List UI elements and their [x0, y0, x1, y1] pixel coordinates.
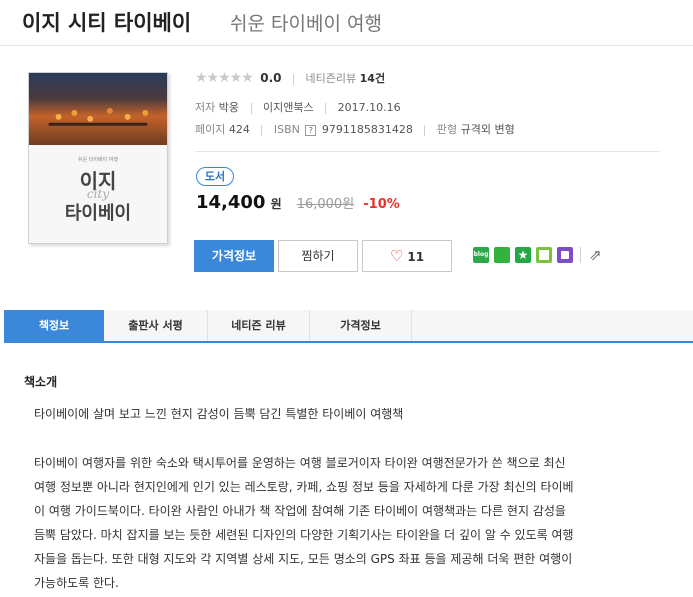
info-divider [195, 151, 660, 152]
sale-price: 14,400 [196, 192, 266, 213]
book-subtitle: 쉬운 타이베이 여행 [230, 13, 382, 35]
cover-small-text: 쉬운 타이베이 여행 [78, 157, 118, 163]
book-cover-image[interactable]: 쉬운 타이베이 여행 이지 city 타이베이 [28, 72, 168, 244]
cover-title-line3: 타이베이 [64, 203, 132, 224]
favorite-share-icon[interactable]: ★ [515, 247, 531, 263]
body-line: 듬뿍 담았다. 마치 잡지를 보는 듯한 세련된 디자인의 다양한 기획기사는 … [34, 528, 574, 542]
body-line: 자들을 돕는다. 또한 대형 지도와 각 지역별 상세 지도, 모든 명소의 G… [34, 552, 573, 566]
share-divider [580, 247, 581, 263]
message-icon-inner [561, 251, 569, 259]
rating-row: ★★★★★ 0.0 네티즌리뷰 14건 [195, 70, 385, 86]
pages-value: 424 [228, 123, 250, 136]
discount-rate: -10% [363, 197, 400, 212]
author-row: 저자 박웅 이지앤북스 2017.10.16 [195, 99, 401, 115]
currency-unit: 원 [270, 197, 282, 211]
heart-icon: ♡ [389, 247, 404, 265]
tab-price-info[interactable]: 가격정보 [310, 310, 412, 341]
publisher-link[interactable]: 이지앤북스 [263, 101, 314, 114]
detail-tabs: 책정보 출판사 서평 네티즌 리뷰 가격정보 [4, 310, 693, 343]
format-label: 판형 [436, 123, 458, 136]
tab-netizen-review[interactable]: 네티즌 리뷰 [208, 310, 310, 341]
isbn-label: ISBN [273, 123, 300, 136]
reviews-label: 네티즌리뷰 [305, 72, 357, 85]
like-button[interactable]: ♡ 11 [362, 240, 452, 272]
category-badge: 도서 [196, 167, 234, 186]
wishlist-button[interactable]: 찜하기 [278, 240, 358, 272]
like-count: 11 [407, 250, 425, 264]
section-title: 책소개 [24, 375, 58, 389]
share-out-icon[interactable]: ⇗ [589, 247, 605, 263]
divider [325, 102, 327, 114]
rating-stars-icon: ★★★★★ [195, 70, 254, 86]
tab-publisher-review[interactable]: 출판사 서평 [104, 310, 208, 341]
pages-label: 페이지 [195, 123, 226, 136]
publish-date: 2017.10.16 [337, 101, 401, 114]
isbn-value: 9791185831428 [321, 123, 413, 136]
reviews-count[interactable]: 14건 [360, 72, 385, 85]
divider [424, 124, 426, 136]
book-title: 이지 시티 타이베이 [22, 11, 192, 35]
tab-book-info[interactable]: 책정보 [4, 310, 104, 341]
author-label: 저자 [195, 101, 216, 114]
band-share-icon[interactable] [494, 247, 510, 263]
divider [250, 102, 252, 114]
page-header: 이지 시티 타이베이 쉬운 타이베이 여행 [0, 0, 693, 46]
intro-headline: 타이베이에 살며 보고 느낀 현지 감성이 듬뿍 담긴 특별한 타이베이 여행책 [34, 407, 404, 421]
divider [261, 124, 263, 136]
divider [293, 73, 295, 85]
rating-score: 0.0 [260, 71, 282, 85]
body-line: 여행 정보뿐 아니라 현지인에게 인기 있는 레스토랑, 카페, 쇼핑 정보 등… [34, 480, 574, 494]
price-info-button[interactable]: 가격정보 [194, 240, 274, 272]
memo-icon-inner [539, 250, 549, 260]
memo-share-icon[interactable] [536, 247, 552, 263]
intro-body: 타이베이 여행자를 위한 숙소와 택시투어를 운영하는 여행 블로거이자 타이완… [34, 451, 664, 595]
isbn-help-icon[interactable]: ? [305, 124, 317, 136]
original-price: 16,000원 [296, 197, 355, 212]
blog-share-icon[interactable]: blog [473, 247, 489, 263]
format-value: 규격외 변형 [460, 123, 515, 136]
body-line: 타이베이 여행자를 위한 숙소와 택시투어를 운영하는 여행 블로거이자 타이완… [34, 456, 566, 470]
body-line: 이 여행 가이드북이다. 타이완 사람인 아내가 책 작업에 참여해 기존 타이… [34, 504, 566, 518]
author-link[interactable]: 박웅 [219, 101, 239, 114]
message-share-icon[interactable] [557, 247, 573, 263]
price-row: 14,400 원 16,000원 -10% [196, 192, 400, 213]
cover-lanterns [48, 108, 149, 126]
body-line: 가능하도록 한다. [34, 576, 119, 590]
detail-row: 페이지 424 ISBN ? 9791185831428 판형 규격외 변형 [195, 121, 515, 137]
